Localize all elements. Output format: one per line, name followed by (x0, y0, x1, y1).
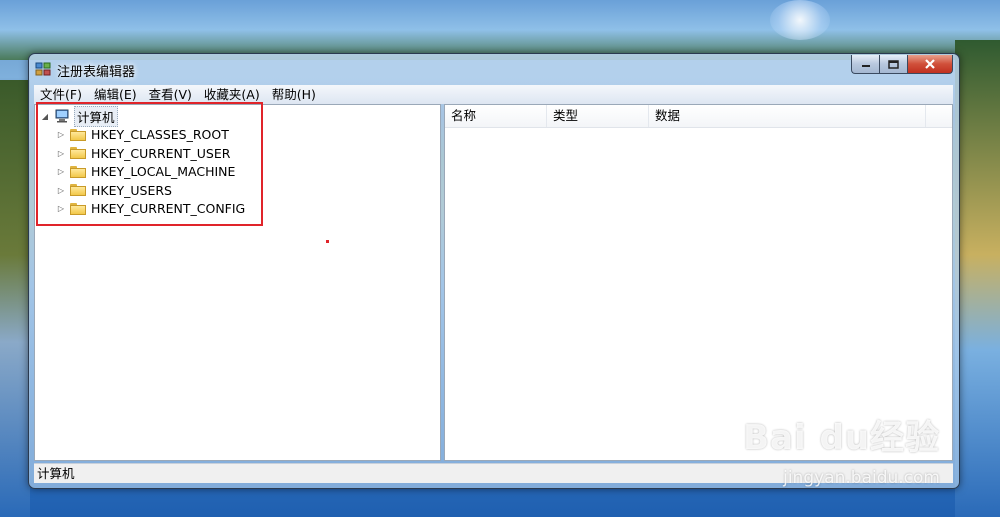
wallpaper-sun-glare (770, 0, 830, 40)
maximize-button[interactable] (879, 55, 907, 74)
regedit-app-icon (35, 61, 51, 77)
close-button[interactable] (907, 55, 953, 74)
watermark-brand: Bai du经验 (743, 418, 940, 458)
baidu-watermark: Bai du经验 jingyan.baidu.com (743, 410, 940, 488)
desktop-wallpaper-right (955, 40, 1000, 517)
title-bar[interactable]: 注册表编辑器 (29, 54, 959, 84)
window-title: 注册表编辑器 (57, 65, 136, 80)
desktop-wallpaper-top (0, 0, 1000, 60)
annotation-highlight-box (36, 102, 263, 226)
column-name[interactable]: 名称 (445, 105, 547, 127)
menu-help[interactable]: 帮助(H) (266, 85, 322, 104)
column-type[interactable]: 类型 (547, 105, 649, 127)
minimize-icon (861, 65, 870, 67)
values-pane[interactable]: 名称 类型 数据 (444, 104, 953, 461)
minimize-button[interactable] (851, 55, 879, 74)
annotation-dot (326, 240, 329, 243)
caption-buttons (851, 55, 953, 74)
maximize-icon (888, 59, 899, 69)
close-icon (925, 59, 935, 69)
desktop-wallpaper-left (0, 80, 30, 517)
watermark-url: jingyan.baidu.com (783, 468, 940, 488)
column-header: 名称 类型 数据 (445, 105, 952, 128)
column-data[interactable]: 数据 (649, 105, 926, 127)
